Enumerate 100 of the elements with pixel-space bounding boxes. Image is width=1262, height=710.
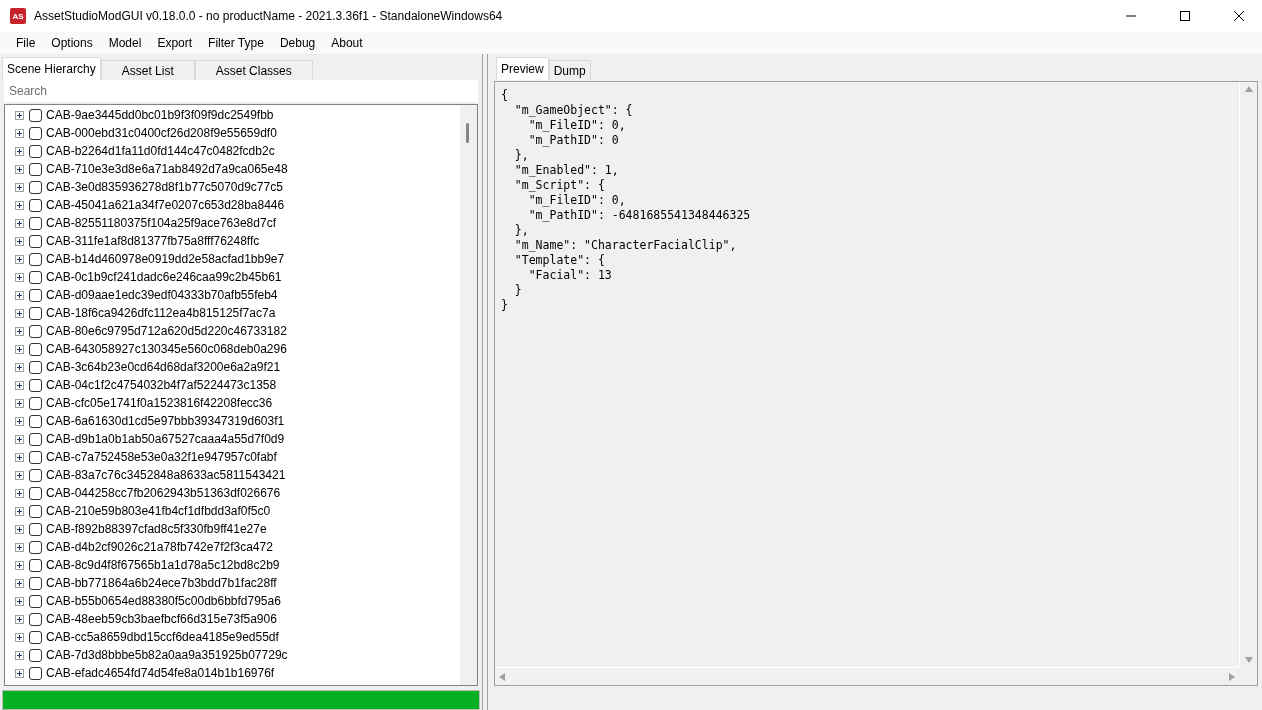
expand-icon[interactable] — [15, 614, 24, 624]
tree-item[interactable]: CAB-b55b0654ed88380f5c00db6bbfd795a6 — [46, 594, 281, 608]
expand-icon[interactable] — [15, 578, 24, 588]
expand-icon[interactable] — [15, 398, 24, 408]
expand-icon[interactable] — [15, 146, 24, 156]
tree-item[interactable]: CAB-48eeb59cb3baefbcf66d315e73f5a906 — [46, 612, 277, 626]
menu-item[interactable]: Filter Type — [200, 36, 272, 50]
tab[interactable]: Dump — [548, 60, 591, 80]
maximize-icon[interactable] — [1180, 11, 1190, 21]
expand-icon[interactable] — [15, 254, 24, 264]
expand-icon[interactable] — [15, 200, 24, 210]
tree-item[interactable]: CAB-b14d460978e0919dd2e58acfad1bb9e7 — [46, 252, 285, 266]
checkbox[interactable] — [29, 450, 42, 464]
tree-item[interactable]: CAB-3e0d835936278d8f1b77c5070d9c77c5 — [46, 180, 283, 194]
tree-item[interactable]: CAB-3c64b23e0cd64d68daf3200e6a2a9f21 — [46, 360, 281, 374]
checkbox[interactable] — [29, 252, 42, 266]
tree-item[interactable]: CAB-d9b1a0b1ab50a67527caaa4a55d7f0d9 — [46, 432, 285, 446]
expand-icon[interactable] — [15, 650, 24, 660]
tree-item[interactable]: CAB-80e6c9795d712a620d5d220c46733182 — [46, 324, 287, 338]
tree-item[interactable]: CAB-000ebd31c0400cf26d208f9e55659df0 — [46, 126, 277, 140]
expand-icon[interactable] — [15, 524, 24, 534]
menu-item[interactable]: Debug — [271, 36, 324, 50]
tree-item[interactable]: CAB-c7a752458e53e0a32f1e947957c0fabf — [46, 450, 277, 464]
checkbox[interactable] — [29, 198, 42, 212]
expand-icon[interactable] — [15, 236, 24, 246]
checkbox[interactable] — [29, 396, 42, 410]
expand-icon[interactable] — [15, 632, 24, 642]
expand-icon[interactable] — [15, 344, 24, 354]
checkbox[interactable] — [29, 144, 42, 158]
tree-item[interactable]: CAB-210e59b803e41fb4cf1dfbdd3af0f5c0 — [46, 504, 271, 518]
expand-icon[interactable] — [15, 218, 24, 228]
expand-icon[interactable] — [15, 506, 24, 516]
checkbox[interactable] — [29, 306, 42, 320]
expand-icon[interactable] — [15, 272, 24, 282]
tree-item[interactable]: CAB-18f6ca9426dfc112ea4b815125f7ac7a — [46, 306, 276, 320]
scrollbar[interactable] — [460, 105, 477, 685]
checkbox[interactable] — [29, 108, 42, 122]
checkbox[interactable] — [29, 594, 42, 608]
tree-item[interactable]: CAB-7d3d8bbbe5b82a0aa9a351925b07729c — [46, 648, 288, 662]
expand-icon[interactable] — [15, 542, 24, 552]
tree-item[interactable]: CAB-cfc05e1741f0a1523816f42208fecc36 — [46, 396, 273, 410]
tree-item[interactable]: CAB-efadc4654fd74d54fe8a014b1b16976f — [46, 666, 275, 680]
expand-icon[interactable] — [15, 434, 24, 444]
expand-icon[interactable] — [15, 164, 24, 174]
checkbox[interactable] — [29, 270, 42, 284]
tree-item[interactable]: CAB-04c1f2c4754032b4f7af5224473c1358 — [46, 378, 277, 392]
close-icon[interactable] — [1234, 11, 1244, 21]
tree-item[interactable]: CAB-d4b2cf9026c21a78fb742e7f2f3ca472 — [46, 540, 273, 554]
checkbox[interactable] — [29, 522, 42, 536]
checkbox[interactable] — [29, 234, 42, 248]
expand-icon[interactable] — [15, 290, 24, 300]
tree-item[interactable]: CAB-cc5a8659dbd15ccf6dea4185e9ed55df — [46, 630, 279, 644]
checkbox[interactable] — [29, 126, 42, 140]
tree-item[interactable]: CAB-9ae3445dd0bc01b9f3f09f9dc2549fbb — [46, 108, 274, 122]
tree-item[interactable]: CAB-311fe1af8d81377fb75a8fff76248ffc — [46, 234, 260, 248]
expand-icon[interactable] — [15, 182, 24, 192]
checkbox[interactable] — [29, 414, 42, 428]
expand-icon[interactable] — [15, 668, 24, 678]
checkbox[interactable] — [29, 432, 42, 446]
menu-item[interactable]: About — [323, 36, 371, 50]
tree-item[interactable]: CAB-0c1b9cf241dadc6e246caa99c2b45b61 — [46, 270, 282, 284]
checkbox[interactable] — [29, 378, 42, 392]
search-field[interactable]: Search — [4, 80, 478, 102]
expand-icon[interactable] — [15, 488, 24, 498]
checkbox[interactable] — [29, 630, 42, 644]
checkbox[interactable] — [29, 288, 42, 302]
tree-item[interactable]: CAB-d09aae1edc39edf04333b70afb55feb4 — [46, 288, 278, 302]
checkbox[interactable] — [29, 666, 42, 680]
expand-icon[interactable] — [15, 470, 24, 480]
checkbox[interactable] — [29, 504, 42, 518]
tree-item[interactable]: CAB-f892b88397cfad8c5f330fb9ff41e27e — [46, 522, 267, 536]
tree-item[interactable]: CAB-8c9d4f8f67565b1a1d78a5c12bd8c2b9 — [46, 558, 280, 572]
expand-icon[interactable] — [15, 128, 24, 138]
expand-icon[interactable] — [15, 380, 24, 390]
checkbox[interactable] — [29, 648, 42, 662]
checkbox[interactable] — [29, 558, 42, 572]
checkbox[interactable] — [29, 468, 42, 482]
tree-item[interactable]: CAB-6a61630d1cd5e97bbb39347319d603f1 — [46, 414, 285, 428]
expand-icon[interactable] — [15, 326, 24, 336]
tree-item[interactable]: CAB-710e3e3d8e6a71ab8492d7a9ca065e48 — [46, 162, 288, 176]
tab[interactable]: Preview — [496, 57, 549, 80]
expand-icon[interactable] — [15, 416, 24, 426]
checkbox[interactable] — [29, 342, 42, 356]
expand-icon[interactable] — [15, 110, 24, 120]
checkbox[interactable] — [29, 180, 42, 194]
tab[interactable]: Asset Classes — [194, 60, 313, 80]
checkbox[interactable] — [29, 612, 42, 626]
menu-item[interactable]: Options — [43, 36, 101, 50]
tree-item[interactable]: CAB-83a7c76c3452848a8633ac5811543421 — [46, 468, 286, 482]
checkbox[interactable] — [29, 360, 42, 374]
tree-item[interactable]: CAB-45041a621a34f7e0207c653d28ba8446 — [46, 198, 285, 212]
checkbox[interactable] — [29, 216, 42, 230]
scrollbar-thumb[interactable] — [466, 123, 469, 143]
menu-item[interactable]: File — [8, 36, 44, 50]
menu-item[interactable]: Export — [149, 36, 201, 50]
checkbox[interactable] — [29, 576, 42, 590]
expand-icon[interactable] — [15, 362, 24, 372]
menu-item[interactable]: Model — [100, 36, 150, 50]
expand-icon[interactable] — [15, 560, 24, 570]
tab[interactable]: Asset List — [100, 60, 195, 80]
